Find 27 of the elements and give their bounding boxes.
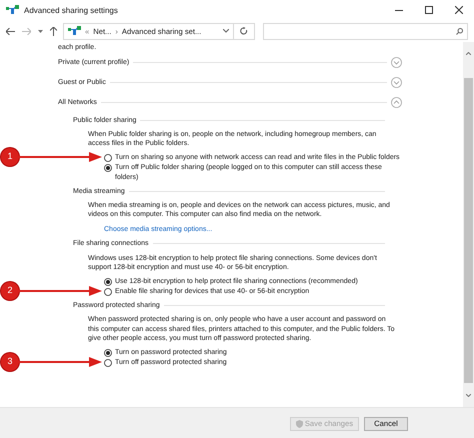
scrollbar[interactable]: [463, 42, 474, 407]
back-arrow-icon[interactable]: [6, 28, 15, 34]
callout-badge: 2: [1, 282, 19, 300]
radio-button[interactable]: [104, 348, 112, 357]
network-icon: [6, 5, 19, 15]
close-icon: [455, 6, 463, 14]
refresh-icon: [240, 27, 248, 35]
scroll-down-icon[interactable]: [466, 394, 471, 397]
radio-button[interactable]: [104, 164, 112, 172]
callout-badge: 1: [1, 148, 19, 166]
chevron-down-icon[interactable]: [223, 29, 229, 33]
search-icon: [456, 28, 463, 34]
maximize-icon: [425, 6, 433, 14]
search-field[interactable]: [263, 22, 468, 40]
window-title: Advanced sharing settings: [24, 6, 119, 14]
refresh-button[interactable]: [234, 22, 255, 40]
radio-button[interactable]: [104, 154, 112, 162]
shield-icon: [296, 420, 303, 428]
network-icon: [68, 26, 81, 36]
radio-button[interactable]: [104, 288, 112, 296]
dropdown-caret-icon[interactable]: [38, 30, 43, 32]
up-arrow-icon[interactable]: [50, 26, 57, 36]
radio-button[interactable]: [104, 359, 112, 368]
scrollbar-thumb[interactable]: [464, 78, 473, 383]
scroll-up-icon[interactable]: [466, 52, 471, 55]
callout-badge: 3: [1, 353, 19, 372]
radio-button[interactable]: [104, 278, 112, 286]
